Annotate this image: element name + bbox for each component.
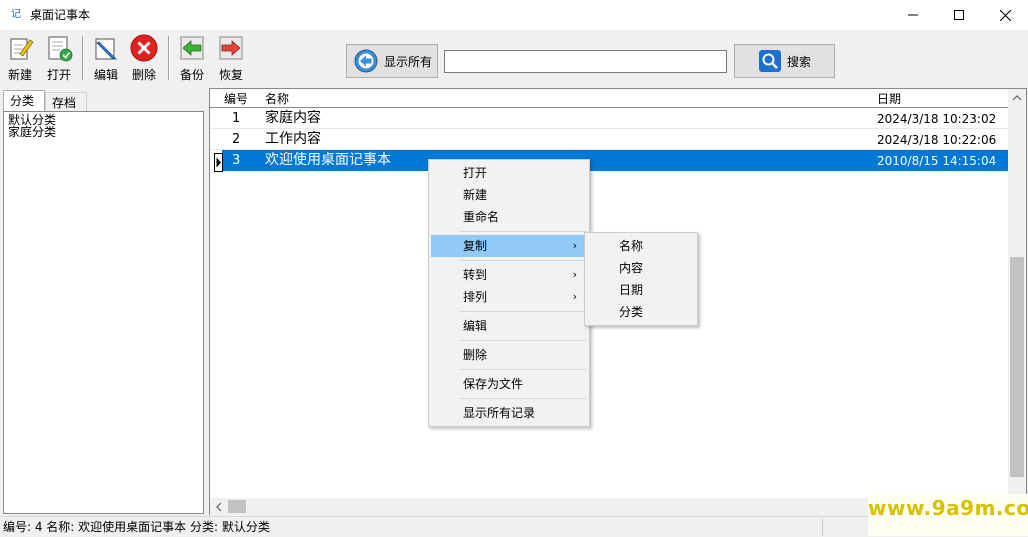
column-header-number[interactable]: 编号 xyxy=(224,92,248,106)
chevron-right-icon: › xyxy=(572,290,577,303)
new-button[interactable]: 新建 xyxy=(4,34,36,84)
maximize-button[interactable] xyxy=(936,0,982,30)
search-input[interactable] xyxy=(444,50,727,73)
menu-item-goto-label: 转到 xyxy=(463,268,488,282)
restore-button-label: 恢复 xyxy=(218,68,243,82)
menu-separator xyxy=(459,398,587,399)
column-header-name[interactable]: 名称 xyxy=(265,92,289,106)
search-button-label: 搜索 xyxy=(787,54,812,69)
status-separator xyxy=(822,519,823,536)
row-number: 1 xyxy=(232,111,241,126)
table-row-selected[interactable]: 3 欢迎使用桌面记事本 2010/8/15 14:15:04 xyxy=(222,150,1008,171)
search-button[interactable]: 搜索 xyxy=(734,44,835,78)
new-note-icon xyxy=(10,38,34,60)
edit-button-label: 编辑 xyxy=(93,68,118,82)
table-row[interactable]: 1 家庭内容 2024/3/18 10:23:02 xyxy=(210,108,1008,129)
toolbar-separator xyxy=(82,36,84,80)
table-row[interactable]: 2 工作内容 2024/3/18 10:22:06 xyxy=(210,129,1008,150)
edit-button[interactable]: 编辑 xyxy=(90,34,122,84)
show-all-label: 显示所有 xyxy=(384,54,433,69)
search-icon xyxy=(759,50,781,72)
delete-button-label: 删除 xyxy=(131,68,156,82)
backup-arrow-icon xyxy=(180,36,204,60)
sidebar-tabs: 分类 存档 xyxy=(3,90,207,111)
submenu-item-name[interactable]: 名称 xyxy=(587,235,695,257)
menu-separator xyxy=(459,231,587,232)
submenu-item-category[interactable]: 分类 xyxy=(587,301,695,323)
menu-separator xyxy=(459,260,587,261)
table-header: 编号 名称 日期 xyxy=(210,89,1008,108)
close-icon xyxy=(999,9,1011,21)
row-name: 工作内容 xyxy=(265,131,321,147)
scroll-left-icon[interactable] xyxy=(215,502,223,512)
restore-arrow-icon xyxy=(219,36,243,60)
row-number: 3 xyxy=(232,153,241,168)
watermark: www.9a9m.com xyxy=(868,494,1028,536)
category-item-family[interactable]: 家庭分类 xyxy=(8,126,199,138)
minimize-icon xyxy=(908,14,918,16)
backup-button[interactable]: 备份 xyxy=(176,34,208,84)
restore-button[interactable]: 恢复 xyxy=(215,34,247,84)
menu-separator xyxy=(459,369,587,370)
window-title: 桌面记事本 xyxy=(30,8,91,22)
chevron-right-icon: › xyxy=(572,239,577,252)
close-button[interactable] xyxy=(982,0,1028,30)
menu-item-edit[interactable]: 编辑 xyxy=(431,315,587,337)
menu-item-save-as-file[interactable]: 保存为文件 xyxy=(431,373,587,395)
menu-item-rename[interactable]: 重命名 xyxy=(431,206,587,228)
menu-item-copy[interactable]: 复制 › xyxy=(431,235,587,257)
row-date: 2024/3/18 10:22:06 xyxy=(877,133,997,147)
open-button-label: 打开 xyxy=(46,68,71,82)
menu-item-show-all-records[interactable]: 显示所有记录 xyxy=(431,402,587,424)
vertical-scrollbar[interactable] xyxy=(1008,89,1026,498)
copy-submenu: 名称 内容 日期 分类 xyxy=(584,232,698,326)
show-all-button[interactable]: 显示所有 xyxy=(346,44,438,78)
tab-archive[interactable]: 存档 xyxy=(45,92,87,111)
menu-item-open[interactable]: 打开 xyxy=(431,162,587,184)
context-menu: 打开 新建 重命名 复制 › 转到 › 排列 › 编辑 删除 保存为文件 显示所… xyxy=(428,159,590,427)
open-note-icon xyxy=(48,36,73,62)
edit-pencil-icon xyxy=(95,38,118,60)
scroll-up-icon[interactable] xyxy=(1012,94,1022,102)
menu-separator xyxy=(459,340,587,341)
new-button-label: 新建 xyxy=(7,68,32,82)
column-header-date[interactable]: 日期 xyxy=(877,92,901,106)
row-pointer-icon xyxy=(214,153,223,172)
row-name: 欢迎使用桌面记事本 xyxy=(265,152,391,168)
title-bar xyxy=(0,0,1028,30)
open-button[interactable]: 打开 xyxy=(43,34,75,84)
menu-item-copy-label: 复制 xyxy=(463,239,488,253)
horizontal-scroll-thumb[interactable] xyxy=(228,500,246,513)
menu-item-delete[interactable]: 删除 xyxy=(431,344,587,366)
menu-item-sort-label: 排列 xyxy=(463,290,488,304)
delete-icon xyxy=(130,34,158,62)
menu-separator xyxy=(459,311,587,312)
chevron-right-icon: › xyxy=(572,268,577,281)
row-name: 家庭内容 xyxy=(265,110,321,126)
row-date: 2024/3/18 10:23:02 xyxy=(877,112,997,126)
backup-button-label: 备份 xyxy=(179,68,204,82)
minimize-button[interactable] xyxy=(890,0,936,30)
back-arrow-icon xyxy=(354,49,378,73)
category-list: 默认分类 家庭分类 xyxy=(3,111,204,514)
row-date: 2010/8/15 14:15:04 xyxy=(877,154,997,168)
vertical-scroll-thumb[interactable] xyxy=(1010,257,1024,477)
row-number: 2 xyxy=(232,132,241,147)
maximize-icon xyxy=(954,10,964,20)
menu-item-new[interactable]: 新建 xyxy=(431,184,587,206)
menu-item-goto[interactable]: 转到 › xyxy=(431,264,587,286)
toolbar-separator xyxy=(168,36,170,80)
submenu-item-content[interactable]: 内容 xyxy=(587,257,695,279)
submenu-item-date[interactable]: 日期 xyxy=(587,279,695,301)
menu-item-sort[interactable]: 排列 › xyxy=(431,286,587,308)
status-text: 编号: 4 名称: 欢迎使用桌面记事本 分类: 默认分类 xyxy=(3,520,270,534)
delete-button[interactable]: 删除 xyxy=(128,34,160,84)
tab-category[interactable]: 分类 xyxy=(3,90,45,111)
app-icon: 记 xyxy=(11,9,21,20)
